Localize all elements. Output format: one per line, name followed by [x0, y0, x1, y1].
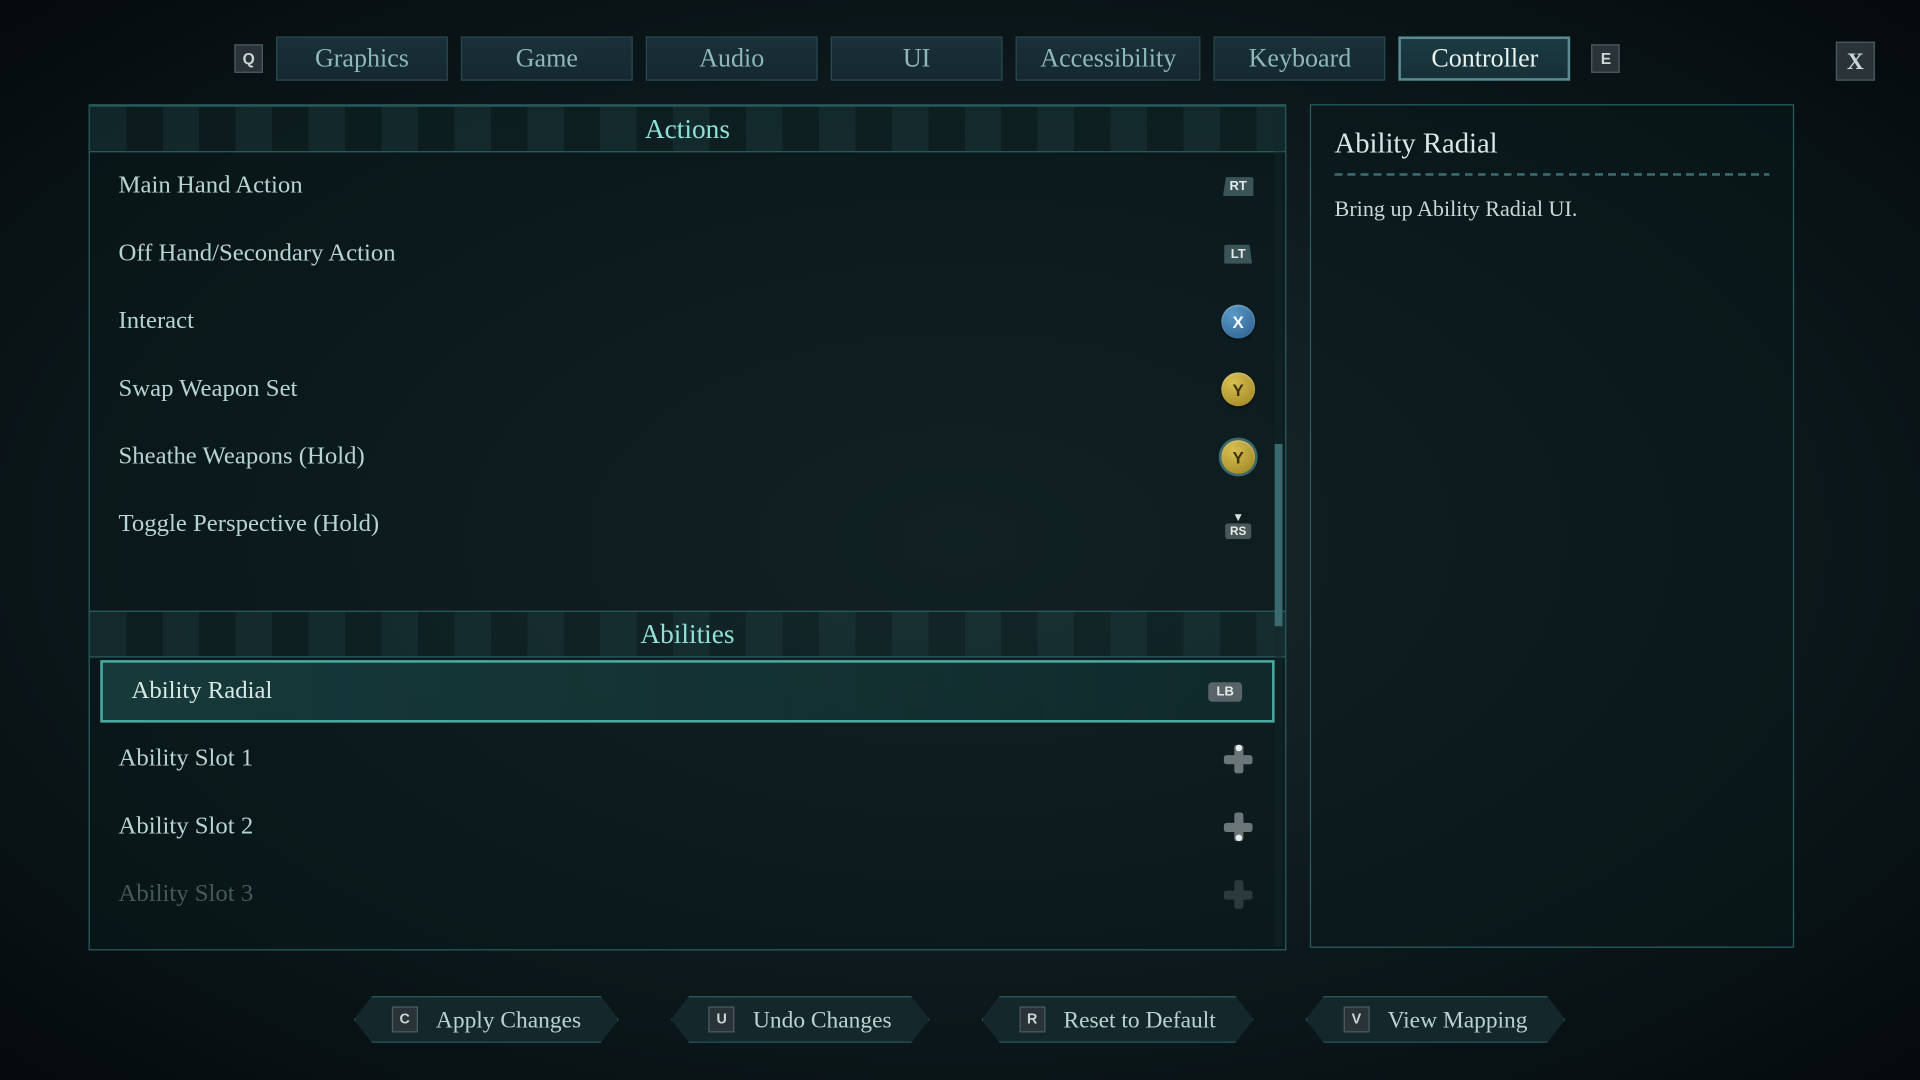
settings-tabs-row: Q Graphics Game Audio UI Accessibility K…: [0, 0, 1919, 81]
tab-audio[interactable]: Audio: [646, 36, 818, 80]
button-label: Undo Changes: [753, 1006, 892, 1033]
dpad-up-icon: [1220, 746, 1256, 772]
dpad-down-icon: [1220, 814, 1256, 840]
key-hint: V: [1343, 1006, 1369, 1032]
dpad-left-icon: [1220, 881, 1256, 907]
footer-actions: C Apply Changes U Undo Changes R Reset t…: [0, 996, 1919, 1043]
view-mapping-button[interactable]: V View Mapping: [1306, 996, 1566, 1043]
binding-row[interactable]: Interact X: [90, 288, 1285, 356]
detail-divider: [1335, 173, 1770, 176]
binding-row[interactable]: Ability Slot 3: [90, 861, 1285, 929]
binding-label: Ability Slot 2: [118, 812, 1219, 841]
tab-keyboard[interactable]: Keyboard: [1214, 36, 1386, 80]
y-button-icon: Y: [1220, 376, 1256, 402]
tab-accessibility[interactable]: Accessibility: [1016, 36, 1201, 80]
detail-panel: Ability Radial Bring up Ability Radial U…: [1310, 104, 1794, 948]
key-hint: C: [392, 1006, 418, 1032]
x-button-icon: X: [1220, 309, 1256, 335]
section-header-abilities: Abilities: [90, 611, 1285, 658]
binding-row[interactable]: Off Hand/Secondary Action LT: [90, 220, 1285, 288]
detail-description: Bring up Ability Radial UI.: [1335, 194, 1770, 225]
binding-label: Off Hand/Secondary Action: [118, 240, 1219, 269]
section-header-actions: Actions: [90, 105, 1285, 152]
button-label: Apply Changes: [436, 1006, 581, 1033]
close-button[interactable]: X: [1836, 42, 1875, 81]
binding-row-selected[interactable]: Ability Radial LB: [100, 660, 1274, 722]
tab-game[interactable]: Game: [461, 36, 633, 80]
binding-label: Interact: [118, 307, 1219, 336]
next-tab-key-hint: E: [1592, 44, 1621, 73]
button-label: View Mapping: [1388, 1006, 1528, 1033]
y-button-hold-icon: Y: [1220, 444, 1256, 470]
binding-label: Toggle Perspective (Hold): [118, 510, 1219, 539]
binding-row[interactable]: Toggle Perspective (Hold) ▼RS: [90, 491, 1285, 559]
binding-label: Ability Slot 3: [118, 880, 1219, 909]
binding-label: Ability Radial: [132, 677, 1207, 706]
lt-trigger-icon: LT: [1220, 241, 1256, 267]
key-hint: R: [1019, 1006, 1045, 1032]
prev-tab-key-hint: Q: [234, 44, 263, 73]
tab-graphics[interactable]: Graphics: [276, 36, 448, 80]
undo-changes-button[interactable]: U Undo Changes: [671, 996, 929, 1043]
binding-label: Sheathe Weapons (Hold): [118, 443, 1219, 472]
key-hint: U: [709, 1006, 735, 1032]
tab-controller[interactable]: Controller: [1399, 36, 1571, 80]
bindings-scroll: Actions Main Hand Action RT Off Hand/Sec…: [90, 105, 1285, 949]
apply-changes-button[interactable]: C Apply Changes: [354, 996, 619, 1043]
rt-trigger-icon: RT: [1220, 173, 1256, 199]
scrollbar-thumb[interactable]: [1275, 444, 1283, 626]
reset-to-default-button[interactable]: R Reset to Default: [981, 996, 1253, 1043]
tab-ui[interactable]: UI: [831, 36, 1003, 80]
button-label: Reset to Default: [1063, 1006, 1215, 1033]
binding-row[interactable]: Sheathe Weapons (Hold) Y: [90, 423, 1285, 491]
bindings-panel: Actions Main Hand Action RT Off Hand/Sec…: [89, 104, 1287, 950]
binding-label: Main Hand Action: [118, 172, 1219, 201]
main-area: Actions Main Hand Action RT Off Hand/Sec…: [0, 81, 1919, 951]
rs-click-icon: ▼RS: [1220, 512, 1256, 538]
lb-bumper-icon: LB: [1207, 678, 1243, 704]
detail-title: Ability Radial: [1335, 126, 1770, 160]
binding-label: Swap Weapon Set: [118, 375, 1219, 404]
binding-row[interactable]: Swap Weapon Set Y: [90, 355, 1285, 423]
binding-row[interactable]: Ability Slot 2: [90, 793, 1285, 861]
binding-row[interactable]: Ability Slot 1: [90, 725, 1285, 793]
binding-row[interactable]: Main Hand Action RT: [90, 152, 1285, 220]
binding-label: Ability Slot 1: [118, 745, 1219, 774]
